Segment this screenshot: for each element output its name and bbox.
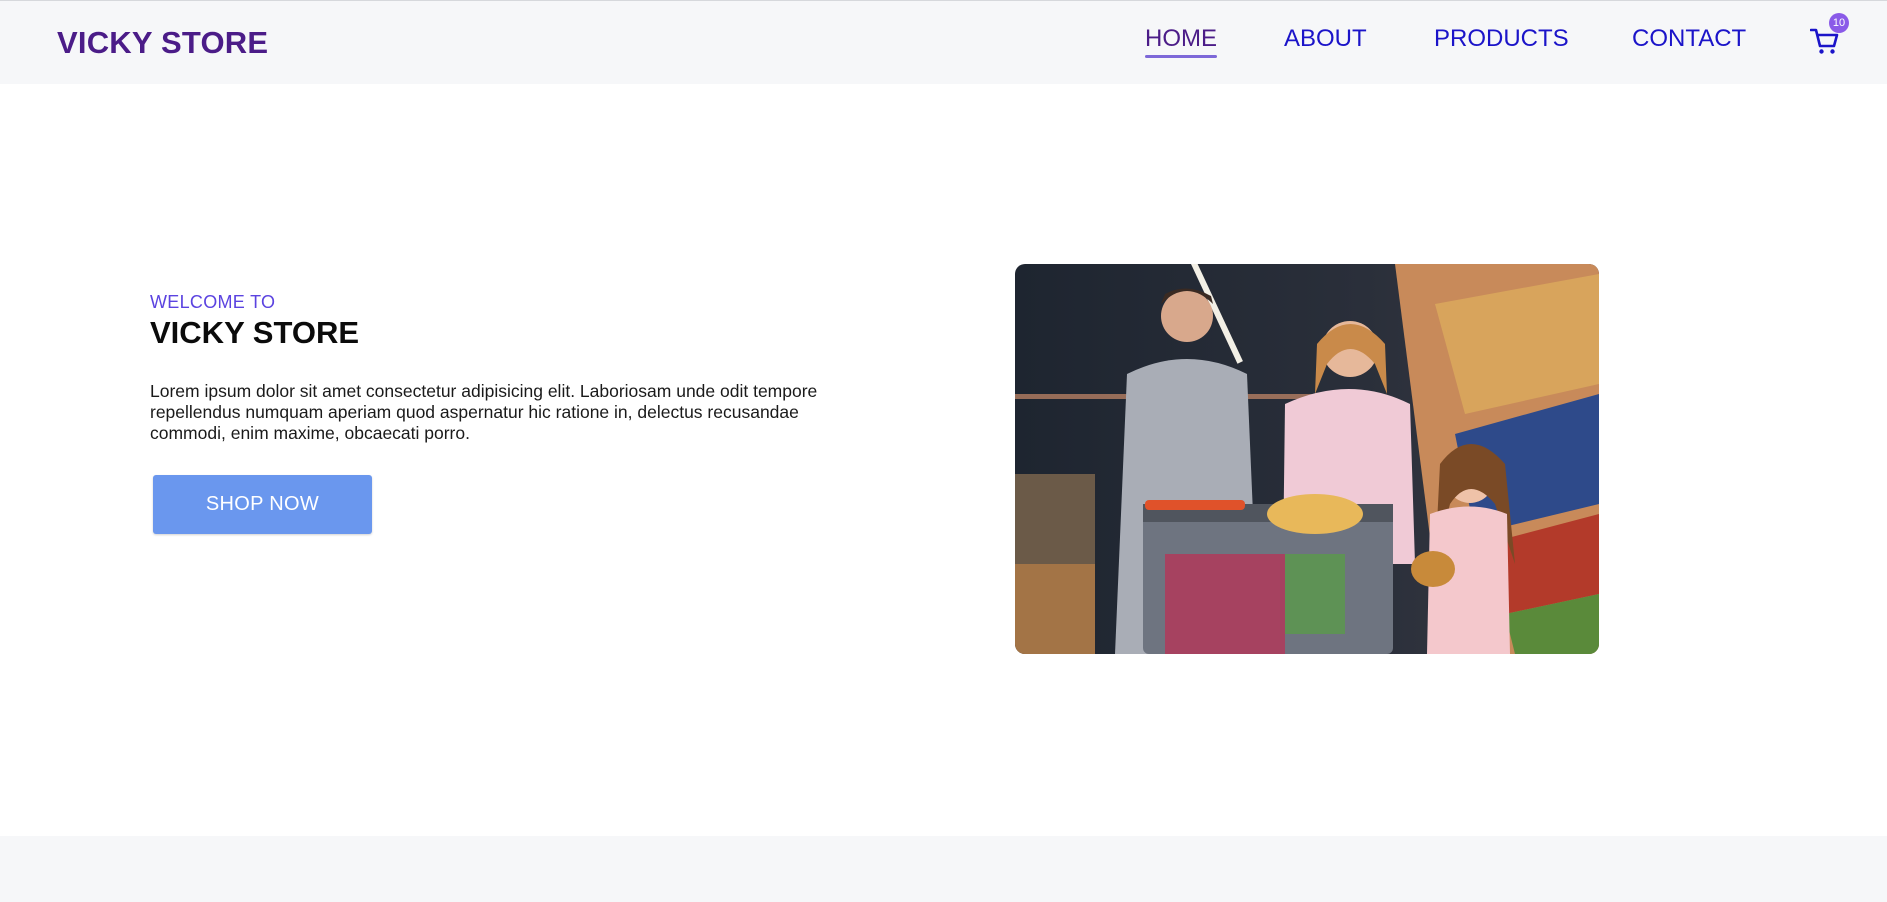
hero-welcome: WELCOME TO <box>150 292 276 312</box>
nav-contact[interactable]: CONTACT <box>1632 25 1746 53</box>
shop-now-button[interactable]: SHOP NOW <box>153 475 372 534</box>
navbar: VICKY STORE HOME ABOUT PRODUCTS CONTACT … <box>0 1 1887 84</box>
hero-section: WELCOME TO VICKY STORE Lorem ipsum dolor… <box>150 292 870 534</box>
hero-title: VICKY STORE <box>150 315 360 350</box>
nav-about-label: ABOUT <box>1284 25 1367 52</box>
footer <box>0 836 1887 902</box>
hero-image <box>1015 264 1599 654</box>
cart-count-badge: 10 <box>1829 13 1849 33</box>
nav-products-label: PRODUCTS <box>1434 25 1569 52</box>
family-shopping-photo <box>1015 264 1599 654</box>
active-underline <box>1145 55 1217 58</box>
nav-home-label: HOME <box>1145 25 1217 52</box>
cart-button[interactable]: 10 <box>1808 13 1849 57</box>
nav-contact-label: CONTACT <box>1632 25 1747 52</box>
nav-products[interactable]: PRODUCTS <box>1434 25 1569 53</box>
nav-about[interactable]: ABOUT <box>1284 25 1367 53</box>
hero-description: Lorem ipsum dolor sit amet consectetur a… <box>150 381 818 443</box>
nav-home[interactable]: HOME <box>1145 25 1217 58</box>
brand-logo[interactable]: VICKY STORE <box>57 25 268 61</box>
